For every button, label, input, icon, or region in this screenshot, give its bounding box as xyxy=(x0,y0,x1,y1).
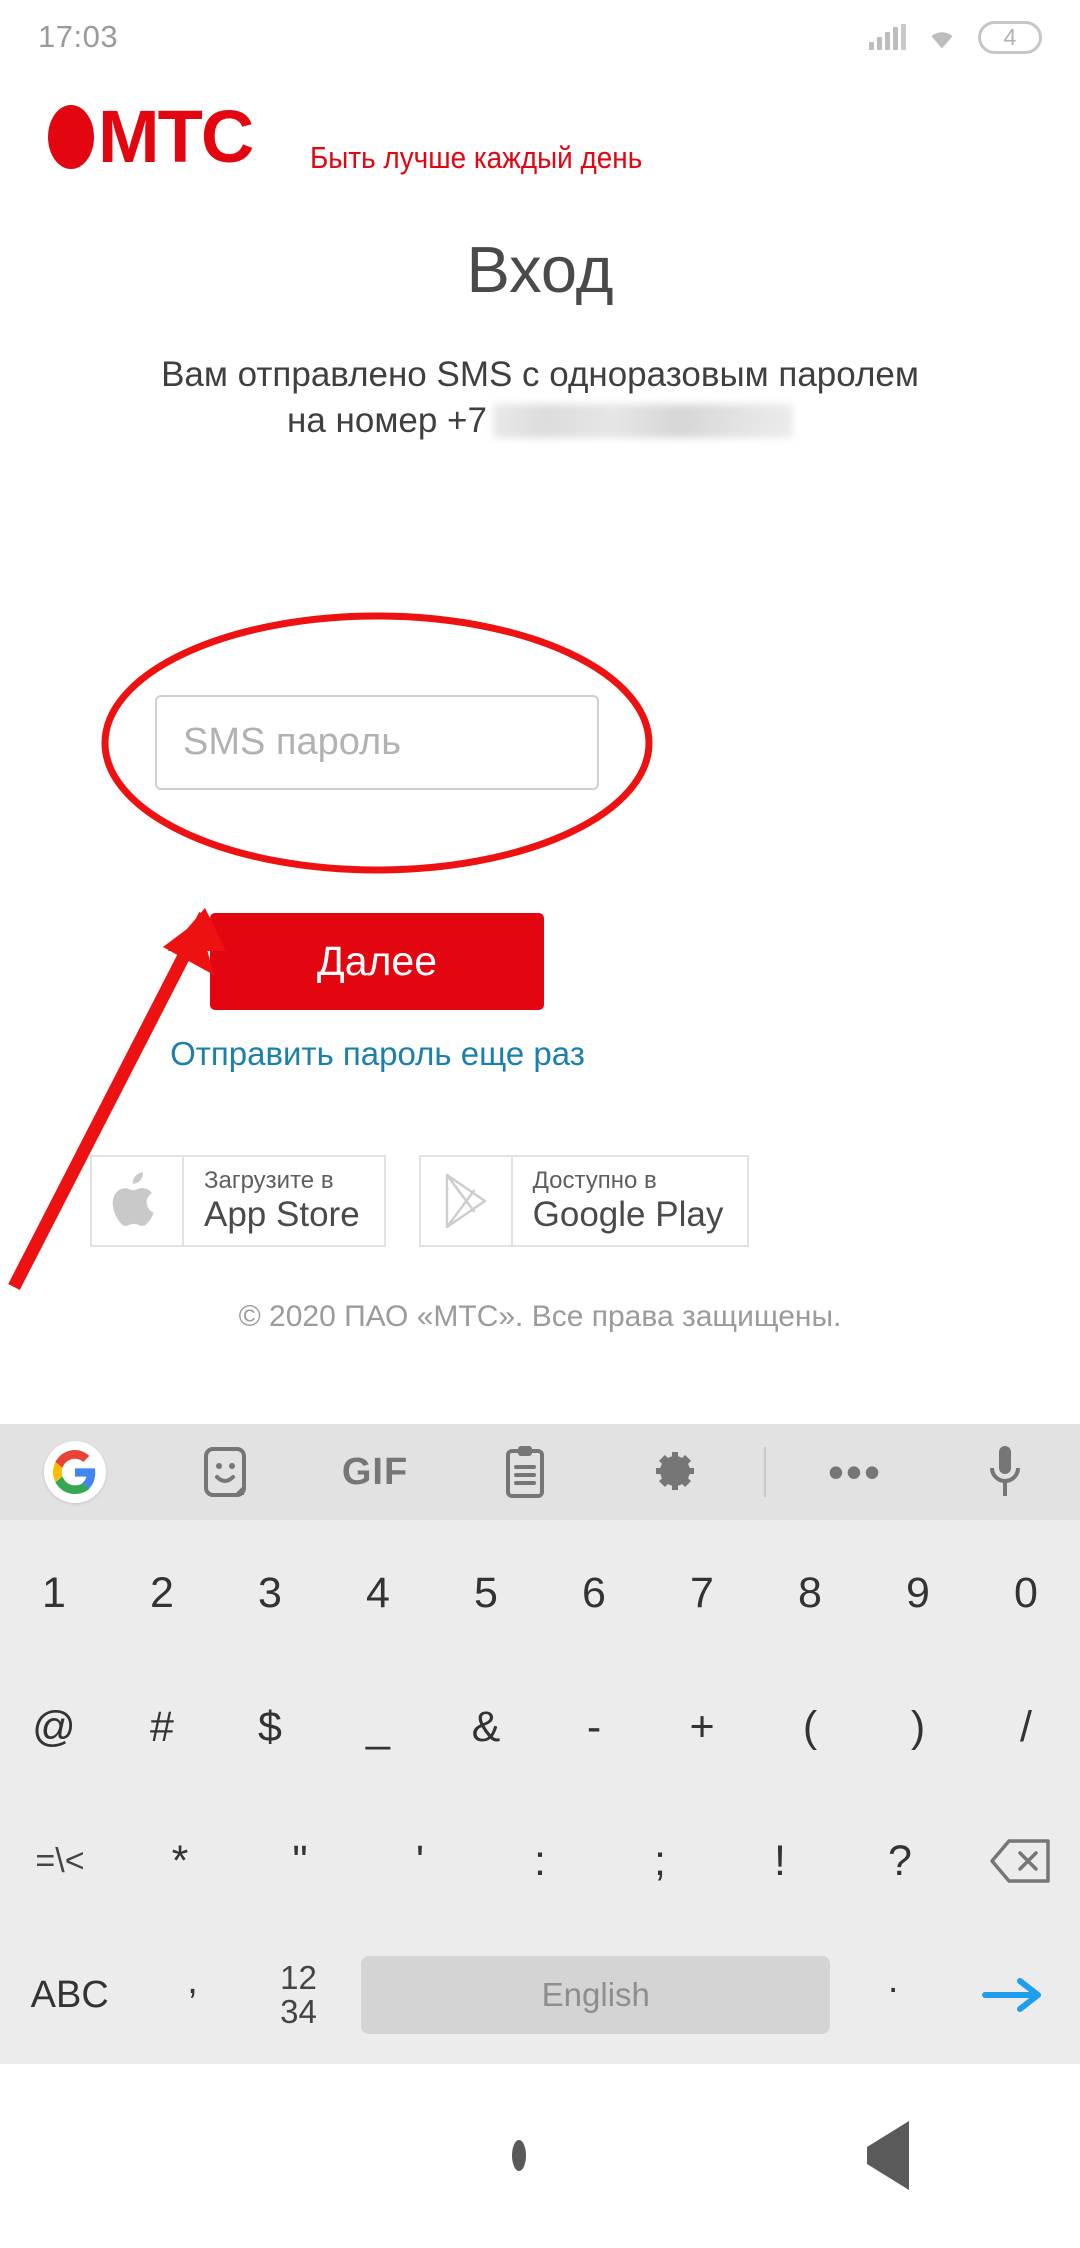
status-bar: 17:03 4 xyxy=(0,0,1080,74)
on-screen-keyboard: GIF ••• 1 2 3 4 5 6 7 8 9 0 @ # $ _ & - … xyxy=(0,1424,1080,2064)
key-spacebar[interactable]: English xyxy=(361,1956,831,2034)
google-play-icon xyxy=(421,1157,513,1245)
microphone-icon[interactable] xyxy=(930,1444,1080,1500)
gif-label: GIF xyxy=(341,1450,409,1493)
home-circle-icon[interactable] xyxy=(511,2140,526,2171)
phone-screen: 17:03 4 МТС Быть лучше каждый день Вход … xyxy=(0,0,1080,2248)
key-semicolon[interactable]: ; xyxy=(600,1794,720,1928)
cellular-signal-icon xyxy=(869,24,906,50)
key-abc-toggle[interactable]: ABC xyxy=(0,1928,139,2062)
sms-info-text: Вам отправлено SMS с одноразовым паролем… xyxy=(60,352,1020,444)
key-3[interactable]: 3 xyxy=(216,1526,324,1660)
keyboard-rows: 1 2 3 4 5 6 7 8 9 0 @ # $ _ & - + ( ) / … xyxy=(0,1520,1080,2062)
key-7[interactable]: 7 xyxy=(648,1526,756,1660)
mts-logo-text: МТС xyxy=(98,95,254,178)
app-store-badge-text: Загрузите в App Store xyxy=(184,1157,384,1245)
android-nav-bar xyxy=(0,2064,1080,2248)
wifi-icon xyxy=(923,23,961,51)
key-exclamation[interactable]: ! xyxy=(720,1794,840,1928)
status-icons: 4 xyxy=(869,20,1042,54)
key-8[interactable]: 8 xyxy=(756,1526,864,1660)
more-options-icon[interactable]: ••• xyxy=(780,1446,930,1498)
battery-indicator: 4 xyxy=(978,20,1042,54)
app-store-badge-small: Загрузите в xyxy=(204,1167,334,1194)
sms-password-input[interactable] xyxy=(155,695,599,790)
app-store-badges: Загрузите в App Store Доступно в Google … xyxy=(90,1155,750,1247)
copyright-text: © 2020 ПАО «МТС». Все права защищены. xyxy=(238,1300,842,1333)
keyboard-row-bottom: ABC , 12 34 English . xyxy=(0,1928,1080,2062)
key-at[interactable]: @ xyxy=(0,1660,108,1794)
toolbar-divider xyxy=(750,1447,780,1497)
clipboard-icon[interactable] xyxy=(450,1445,600,1499)
sms-info-line2: на номер +7 xyxy=(287,401,487,440)
key-2[interactable]: 2 xyxy=(108,1526,216,1660)
apple-logo-icon xyxy=(92,1157,184,1245)
google-search-button[interactable] xyxy=(0,1441,150,1503)
key-numeric-top: 12 xyxy=(280,1959,317,1996)
back-triangle-icon[interactable] xyxy=(867,2121,910,2190)
key-9[interactable]: 9 xyxy=(864,1526,972,1660)
key-comma[interactable]: , xyxy=(139,1928,245,2062)
backspace-icon[interactable] xyxy=(960,1794,1080,1928)
key-plus[interactable]: + xyxy=(648,1660,756,1794)
key-quote-single[interactable]: ' xyxy=(360,1794,480,1928)
mts-logo: МТС xyxy=(48,95,254,178)
key-paren-close[interactable]: ) xyxy=(864,1660,972,1794)
key-underscore[interactable]: _ xyxy=(324,1660,432,1794)
sticker-icon[interactable] xyxy=(150,1446,300,1498)
key-period[interactable]: . xyxy=(840,1928,946,2062)
sms-info-line1: Вам отправлено SMS с одноразовым паролем xyxy=(161,355,919,394)
key-5[interactable]: 5 xyxy=(432,1526,540,1660)
keyboard-row-symbols-1: @ # $ _ & - + ( ) / xyxy=(0,1660,1080,1794)
key-dollar[interactable]: $ xyxy=(216,1660,324,1794)
key-numeric-bottom: 34 xyxy=(280,1993,317,2030)
gif-icon[interactable]: GIF xyxy=(300,1451,450,1494)
brand-header: МТС Быть лучше каждый день xyxy=(0,92,1080,182)
settings-gear-icon[interactable] xyxy=(600,1447,750,1497)
enter-arrow-icon[interactable] xyxy=(946,1928,1080,2062)
more-options-label: ••• xyxy=(827,1446,883,1498)
key-asterisk[interactable]: * xyxy=(120,1794,240,1928)
google-play-badge-small: Доступно в xyxy=(532,1167,657,1194)
key-colon[interactable]: : xyxy=(480,1794,600,1928)
key-ampersand[interactable]: & xyxy=(432,1660,540,1794)
key-paren-open[interactable]: ( xyxy=(756,1660,864,1794)
submit-button[interactable]: Далее xyxy=(210,913,544,1010)
key-numeric-toggle[interactable]: 12 34 xyxy=(245,1928,351,2062)
keyboard-toolbar: GIF ••• xyxy=(0,1424,1080,1520)
key-minus[interactable]: - xyxy=(540,1660,648,1794)
status-time: 17:03 xyxy=(38,19,119,54)
key-0[interactable]: 0 xyxy=(972,1526,1080,1660)
key-question[interactable]: ? xyxy=(840,1794,960,1928)
google-play-badge-text: Доступно в Google Play xyxy=(513,1157,748,1245)
google-play-badge-big: Google Play xyxy=(532,1195,724,1234)
key-1[interactable]: 1 xyxy=(0,1526,108,1660)
google-play-badge[interactable]: Доступно в Google Play xyxy=(418,1155,750,1247)
google-logo-icon xyxy=(44,1441,106,1503)
brand-slogan: Быть лучше каждый день xyxy=(310,140,643,175)
app-store-badge-big: App Store xyxy=(204,1195,360,1234)
key-hash[interactable]: # xyxy=(108,1660,216,1794)
key-symbols-toggle[interactable]: =\< xyxy=(0,1794,120,1928)
key-6[interactable]: 6 xyxy=(540,1526,648,1660)
resend-password-link[interactable]: Отправить пароль еще раз xyxy=(0,1035,755,1073)
mts-egg-logo-icon xyxy=(48,105,94,169)
masked-phone-number xyxy=(492,404,793,438)
app-store-badge[interactable]: Загрузите в App Store xyxy=(90,1155,386,1247)
keyboard-row-symbols-2: =\< * " ' : ; ! ? xyxy=(0,1794,1080,1928)
key-quote-double[interactable]: " xyxy=(240,1794,360,1928)
key-4[interactable]: 4 xyxy=(324,1526,432,1660)
key-slash[interactable]: / xyxy=(972,1660,1080,1794)
keyboard-row-numbers: 1 2 3 4 5 6 7 8 9 0 xyxy=(0,1526,1080,1660)
page-title: Вход xyxy=(466,233,614,306)
